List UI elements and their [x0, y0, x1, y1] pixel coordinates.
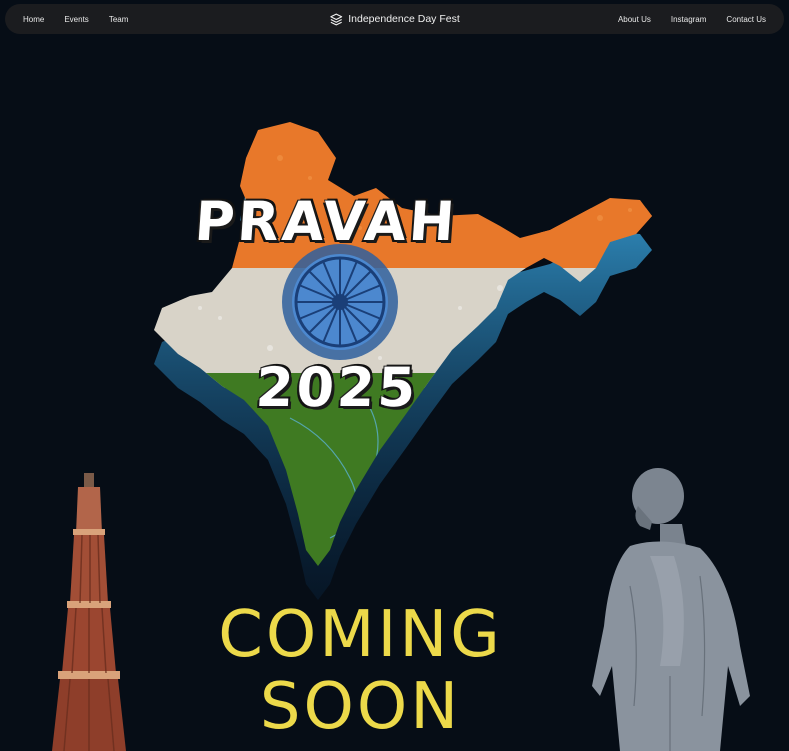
brand-logo[interactable]: Independence Day Fest [329, 13, 460, 26]
hero-section: PRAVAH 2025 COMING SOON [0, 38, 789, 751]
top-navbar: Home Events Team Independence Day Fest A… [5, 4, 784, 34]
nav-instagram-link[interactable]: Instagram [661, 15, 717, 24]
nav-contact-link[interactable]: Contact Us [716, 15, 766, 24]
nav-about-link[interactable]: About Us [608, 15, 661, 24]
brand-name: Independence Day Fest [348, 13, 460, 25]
nav-events-link[interactable]: Events [54, 15, 98, 24]
qutub-minar-image [52, 473, 126, 751]
nav-right-group: About Us Instagram Contact Us [608, 15, 766, 24]
nav-left-group: Home Events Team [23, 15, 138, 24]
nav-home-link[interactable]: Home [23, 15, 54, 24]
event-title: PRAVAH [192, 190, 460, 253]
statue-of-unity-image [592, 468, 750, 751]
event-year: 2025 [254, 356, 420, 419]
layers-icon [329, 13, 342, 25]
nav-team-link[interactable]: Team [99, 15, 139, 24]
ashoka-chakra [282, 244, 398, 360]
